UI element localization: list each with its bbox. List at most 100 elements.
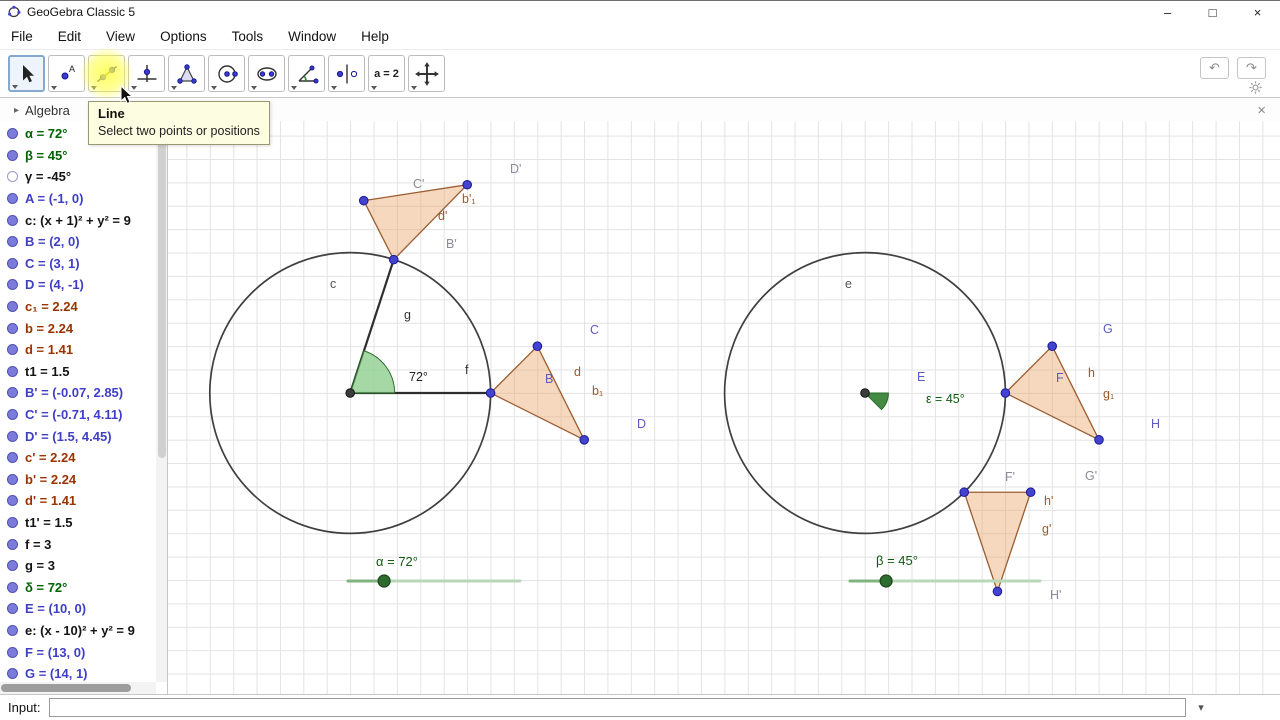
point-H-prime[interactable] [992, 586, 1003, 597]
visibility-marble[interactable] [7, 322, 18, 334]
visibility-marble[interactable] [7, 365, 18, 377]
algebra-item-9[interactable]: b = 2.24 [0, 317, 156, 339]
visibility-marble[interactable] [7, 581, 18, 593]
graphics-view[interactable]: α = 72° β = 45° c e g f B C D B' C' D' E F G H F' G' H' 72°… [168, 121, 1280, 694]
slider-tool-button[interactable]: a = 2 [368, 55, 405, 92]
circle-tool-button[interactable] [208, 55, 245, 92]
point-F[interactable] [1000, 388, 1011, 398]
maximize-button[interactable]: □ [1190, 1, 1235, 23]
menu-item-options[interactable]: Options [160, 29, 207, 44]
algebra-item-21[interactable]: δ = 72° [0, 576, 156, 598]
input-field[interactable] [48, 698, 1186, 717]
algebra-item-6[interactable]: C = (3, 1) [0, 253, 156, 275]
visibility-marble[interactable] [7, 409, 18, 421]
algebra-item-5[interactable]: B = (2, 0) [0, 231, 156, 253]
ellipse-tool-button[interactable] [248, 55, 285, 92]
visibility-marble[interactable] [7, 193, 18, 205]
algebra-disclosure-icon[interactable]: ▸ [14, 105, 19, 116]
point-H[interactable] [1094, 435, 1104, 445]
move-graphics-view-button[interactable] [408, 55, 445, 92]
point-D-prime[interactable] [462, 179, 473, 190]
angle-72-sector[interactable] [349, 350, 396, 394]
settings-gear-icon[interactable] [1249, 81, 1262, 94]
algebra-vertical-scrollbar[interactable] [156, 121, 167, 682]
algebra-item-2[interactable]: γ = -45° [0, 166, 156, 188]
algebra-item-22[interactable]: E = (10, 0) [0, 598, 156, 620]
point-G-prime[interactable] [1025, 487, 1036, 498]
point-C[interactable] [532, 341, 543, 351]
algebra-item-12[interactable]: B' = (-0.07, 2.85) [0, 382, 156, 404]
visibility-marble[interactable] [7, 646, 18, 658]
slider-beta-handle[interactable] [879, 574, 893, 588]
visibility-marble[interactable] [7, 279, 18, 291]
algebra-item-13[interactable]: C' = (-0.71, 4.11) [0, 404, 156, 426]
visibility-marble[interactable] [7, 387, 18, 399]
menu-item-window[interactable]: Window [288, 29, 336, 44]
visibility-marble[interactable] [7, 668, 18, 680]
visibility-marble[interactable] [7, 603, 18, 615]
algebra-item-16[interactable]: b' = 2.24 [0, 469, 156, 491]
algebra-item-24[interactable]: F = (13, 0) [0, 641, 156, 663]
graphics-close-icon[interactable]: × [1257, 102, 1272, 119]
visibility-marble[interactable] [7, 301, 18, 313]
point-F-prime[interactable] [959, 487, 970, 498]
visibility-marble[interactable] [7, 560, 18, 572]
algebra-horizontal-scrollbar[interactable] [0, 682, 156, 694]
scrollbar-thumb[interactable] [157, 123, 166, 458]
point-C-prime[interactable] [358, 195, 369, 206]
visibility-marble[interactable] [7, 516, 18, 528]
algebra-item-20[interactable]: g = 3 [0, 555, 156, 577]
algebra-item-23[interactable]: e: (x - 10)² + y² = 9 [0, 620, 156, 642]
perpendicular-line-tool-button[interactable] [128, 55, 165, 92]
triangle-t2[interactable] [1004, 345, 1101, 442]
algebra-item-25[interactable]: G = (14, 1) [0, 663, 156, 682]
close-button[interactable]: × [1235, 1, 1280, 23]
scrollbar-thumb[interactable] [1, 684, 131, 692]
algebra-item-3[interactable]: A = (-1, 0) [0, 188, 156, 210]
algebra-item-4[interactable]: c: (x + 1)² + y² = 9 [0, 209, 156, 231]
point-B-prime[interactable] [388, 254, 399, 265]
algebra-item-14[interactable]: D' = (1.5, 4.45) [0, 425, 156, 447]
menu-item-file[interactable]: File [11, 29, 33, 44]
triangle-t1[interactable] [489, 345, 586, 442]
menu-item-tools[interactable]: Tools [232, 29, 264, 44]
visibility-marble[interactable] [7, 624, 18, 636]
point-B[interactable] [485, 388, 496, 398]
algebra-item-10[interactable]: d = 1.41 [0, 339, 156, 361]
angle-tool-button[interactable] [288, 55, 325, 92]
algebra-item-8[interactable]: c₁ = 2.24 [0, 296, 156, 318]
reflect-tool-button[interactable] [328, 55, 365, 92]
visibility-marble[interactable] [7, 149, 18, 161]
visibility-marble[interactable] [7, 257, 18, 269]
algebra-item-19[interactable]: f = 3 [0, 533, 156, 555]
visibility-marble[interactable] [7, 473, 18, 485]
algebra-item-15[interactable]: c' = 2.24 [0, 447, 156, 469]
point-A[interactable] [345, 388, 355, 398]
visibility-marble[interactable] [7, 430, 18, 442]
algebra-item-17[interactable]: d' = 1.41 [0, 490, 156, 512]
polygon-tool-button[interactable] [168, 55, 205, 92]
algebra-item-1[interactable]: β = 45° [0, 145, 156, 167]
menu-item-view[interactable]: View [106, 29, 135, 44]
line-tool-button[interactable] [88, 55, 125, 92]
visibility-marble[interactable] [7, 452, 18, 464]
visibility-marble[interactable] [7, 214, 18, 226]
visibility-marble[interactable] [7, 344, 18, 356]
minimize-button[interactable]: – [1145, 1, 1190, 23]
visibility-marble[interactable] [7, 495, 18, 507]
point-G[interactable] [1047, 341, 1058, 351]
move-tool-button[interactable] [8, 55, 45, 92]
visibility-marble[interactable] [7, 128, 18, 140]
slider-alpha-handle[interactable] [377, 574, 391, 588]
point-D[interactable] [579, 435, 590, 445]
visibility-marble[interactable] [7, 236, 18, 248]
visibility-marble[interactable] [7, 171, 18, 183]
redo-button[interactable]: ↷ [1237, 57, 1266, 79]
undo-button[interactable]: ↶ [1200, 57, 1229, 79]
point-E[interactable] [860, 388, 870, 398]
algebra-item-18[interactable]: t1' = 1.5 [0, 512, 156, 534]
algebra-item-7[interactable]: D = (4, -1) [0, 274, 156, 296]
visibility-marble[interactable] [7, 538, 18, 550]
menu-item-edit[interactable]: Edit [58, 29, 81, 44]
triangle-t2-rotated[interactable] [963, 491, 1032, 594]
